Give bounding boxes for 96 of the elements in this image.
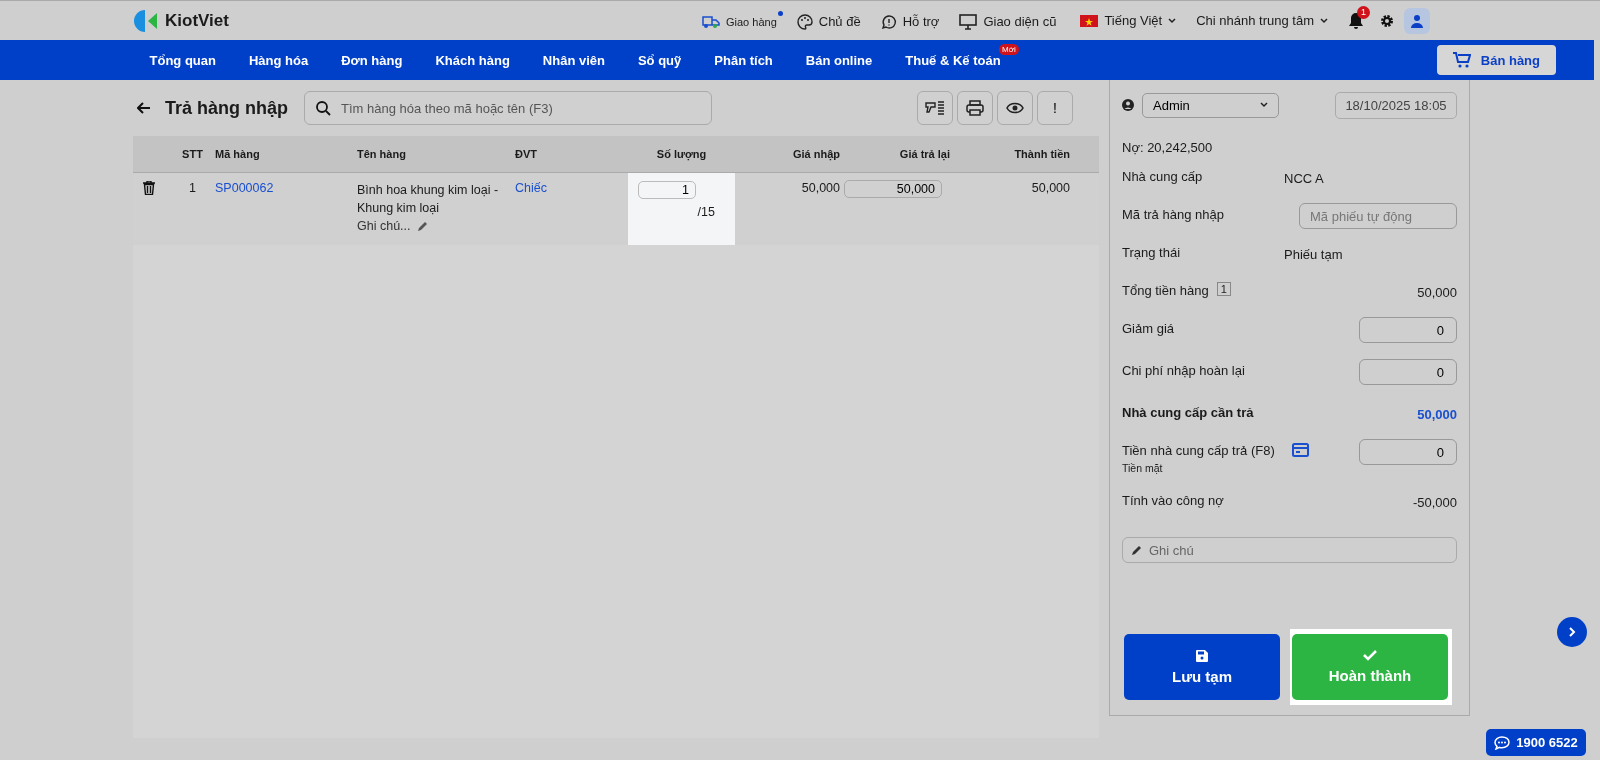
chevron-down-icon: [1168, 17, 1177, 24]
nav-item[interactable]: Phân tích: [697, 52, 790, 68]
column-header: Thành tiền: [1013, 148, 1070, 160]
date-time-field[interactable]: 18/10/2025 18:05: [1335, 91, 1457, 119]
header-link[interactable]: Giao diện cũ: [959, 9, 1063, 32]
field-label: Tổng tiền hàng: [1122, 282, 1209, 298]
bell-icon[interactable]: [1348, 11, 1364, 30]
nav-item[interactable]: Khách hàng: [418, 52, 527, 68]
delete-icon[interactable]: [143, 181, 155, 195]
payment-method: Tiền mặt: [1122, 462, 1164, 474]
toolbar-button[interactable]: [917, 91, 953, 125]
header-link[interactable]: Chủ đề: [796, 9, 867, 32]
field-value: 50,000: [1417, 406, 1457, 422]
field-label: Tính vào công nợ: [1122, 492, 1224, 508]
avatar-icon[interactable]: [1404, 7, 1430, 34]
logo-icon: [133, 8, 159, 33]
truck-icon: [702, 14, 720, 29]
table-cell-text: 50,000: [1030, 180, 1070, 195]
unit-link[interactable]: Chiếc: [515, 173, 628, 195]
amount-field[interactable]: 0: [1359, 359, 1457, 385]
chat-icon: [1494, 735, 1511, 750]
search-field[interactable]: Tìm hàng hóa theo mã hoặc tên (F3): [304, 91, 712, 125]
palette-icon: [796, 13, 813, 30]
card-icon[interactable]: [1292, 443, 1309, 457]
return-code-field[interactable]: Mã phiếu tự động: [1299, 203, 1457, 229]
product-code-link[interactable]: SP000062: [215, 173, 357, 195]
debt-text: Nợ: 20,242,500: [1122, 140, 1214, 155]
expand-button[interactable]: [1557, 617, 1587, 647]
print-icon: [966, 100, 984, 116]
pencil-icon: [1131, 545, 1142, 556]
flag-icon: [1080, 14, 1099, 27]
column-header: Giá nhập: [791, 148, 840, 160]
monitor-icon: [959, 13, 978, 30]
field-label: Nhà cung cấp cần trả: [1122, 404, 1254, 420]
page-title: Trả hàng nhập: [165, 97, 288, 119]
table-cell-text: 50,000: [800, 180, 840, 195]
toolbar-button[interactable]: [997, 91, 1033, 125]
amount-field[interactable]: 0: [1359, 317, 1457, 343]
column-header: STT: [181, 148, 204, 160]
column-header: ĐVT: [515, 148, 538, 160]
pencil-icon[interactable]: [416, 220, 428, 232]
note-field[interactable]: Ghi chú: [1122, 537, 1457, 563]
return-price-field[interactable]: 50,000: [844, 180, 942, 198]
chevron-down-icon: [1260, 102, 1268, 108]
toolbar-button[interactable]: [957, 91, 993, 125]
field-value: NCC A: [1284, 170, 1324, 186]
nav-item[interactable]: Thuế & Kế toán: [888, 52, 1018, 68]
back-arrow-icon[interactable]: [137, 102, 151, 114]
branch-select[interactable]: Chi nhánh trung tâm: [1196, 13, 1328, 28]
column-header: Mã hàng: [215, 148, 261, 160]
cart-icon: [1452, 52, 1471, 68]
field-label: Mã trả hàng nhập: [1122, 206, 1225, 222]
nav-item[interactable]: Đơn hàng: [324, 52, 419, 68]
table-cell-text: 1: [188, 180, 197, 195]
field-label: Trạng thái: [1122, 244, 1182, 260]
new-badge: Mới: [999, 44, 1019, 55]
nav-item[interactable]: Nhân viên: [526, 52, 622, 68]
nav-item[interactable]: Tổng quan: [133, 52, 233, 68]
logo-text: KiotViet: [165, 10, 229, 31]
chat-icon: [880, 13, 897, 30]
save-draft-button[interactable]: Lưu tạm: [1124, 634, 1280, 700]
nav-item[interactable]: Bán online: [789, 52, 889, 68]
amount-field[interactable]: 0: [1359, 439, 1457, 465]
field-value: Phiếu tạm: [1284, 246, 1343, 262]
info-button[interactable]: !: [1037, 91, 1073, 125]
note-link[interactable]: Ghi chú...: [357, 219, 411, 233]
chevron-down-icon: [1320, 17, 1328, 24]
column-header: Tên hàng: [357, 148, 407, 160]
header-link[interactable]: Giao hàng: [702, 10, 783, 31]
column-header: Số lượng: [655, 148, 708, 160]
count-badge: 1: [1216, 282, 1231, 296]
field-label: Nhà cung cấp: [1122, 168, 1204, 184]
product-name: Bình hoa khung kim loại - Khung kim loại: [357, 182, 500, 217]
quantity-field[interactable]: 1: [638, 181, 696, 199]
check-icon: [1363, 650, 1377, 661]
hotline-button[interactable]: 1900 6522: [1486, 729, 1586, 756]
stock-limit: /15: [697, 205, 715, 219]
settings-icon[interactable]: [1380, 13, 1394, 28]
language-select[interactable]: Tiếng Việt: [1080, 13, 1177, 28]
chevron-right-icon: [1568, 627, 1576, 637]
field-label: Chi phí nhập hoàn lại: [1122, 362, 1245, 378]
sell-button[interactable]: Bán hàng: [1436, 45, 1556, 75]
header-link[interactable]: Hỗ trợ: [880, 9, 946, 32]
notification-badge: 1: [1357, 5, 1370, 19]
field-label: Giảm giá: [1122, 320, 1175, 336]
user-icon: [1122, 99, 1134, 111]
eye-icon: [1006, 102, 1024, 114]
user-select[interactable]: Admin: [1142, 92, 1279, 118]
field-label: Tiền nhà cung cấp trả (F8): [1122, 443, 1276, 458]
search-icon: [316, 101, 331, 116]
column-header: Giá trả lại: [898, 148, 950, 160]
nav-item[interactable]: Hàng hóa: [232, 52, 325, 68]
field-value: -50,000: [1412, 494, 1457, 510]
scanner-icon: [925, 100, 945, 116]
field-value: 50,000: [1417, 284, 1457, 300]
nav-item[interactable]: Sổ quỹ: [621, 52, 698, 68]
